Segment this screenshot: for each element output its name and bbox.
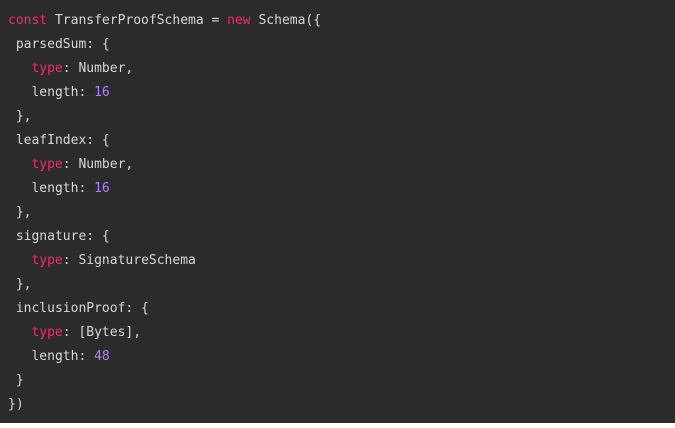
type-keyword-token: type <box>31 253 63 268</box>
code-text-token: : SignatureSchema <box>62 253 196 268</box>
code-text-token: }) <box>8 397 24 412</box>
property-token: parsedSum: { <box>8 37 110 52</box>
code-text-token: }, <box>8 205 32 220</box>
property-token: inclusionProof: { <box>8 301 149 316</box>
code-line: type: [Bytes], <box>8 321 675 345</box>
number-token: 48 <box>94 349 110 364</box>
code-line: }, <box>8 201 675 225</box>
code-line: leafIndex: { <box>8 129 675 153</box>
property-token: signature: { <box>8 229 110 244</box>
code-line: type: Number, <box>8 153 675 177</box>
code-text-token: length: <box>8 85 95 100</box>
code-line: }) <box>8 393 675 417</box>
code-line: const TransferProofSchema = new Schema({ <box>8 9 675 33</box>
keyword-token: new <box>227 13 251 28</box>
type-keyword-token: type <box>31 325 63 340</box>
code-text-token: }, <box>8 109 32 124</box>
code-line: inclusionProof: { <box>8 297 675 321</box>
code-line: signature: { <box>8 225 675 249</box>
code-text-token: : Number, <box>62 157 134 172</box>
code-text-token: }, <box>8 277 32 292</box>
code-line: length: 48 <box>8 345 675 369</box>
code-text-token: length: <box>8 349 95 364</box>
type-keyword-token: type <box>31 157 63 172</box>
code-text-token: : [Bytes], <box>62 325 142 340</box>
code-line: } <box>8 369 675 393</box>
keyword-token: const <box>8 13 48 28</box>
code-line: type: Number, <box>8 57 675 81</box>
code-lines: const TransferProofSchema = new Schema({… <box>8 9 675 417</box>
code-text-token: : Number, <box>62 61 134 76</box>
code-text-token: } <box>8 373 24 388</box>
code-line: type: SignatureSchema <box>8 249 675 273</box>
code-line: length: 16 <box>8 177 675 201</box>
code-text-token: Schema({ <box>250 13 322 28</box>
code-line: }, <box>8 273 675 297</box>
number-token: 16 <box>94 85 110 100</box>
code-block: const TransferProofSchema = new Schema({… <box>0 0 675 423</box>
type-keyword-token: type <box>31 61 63 76</box>
code-text-token: length: <box>8 181 95 196</box>
code-line: length: 16 <box>8 81 675 105</box>
property-token: leafIndex: { <box>8 133 110 148</box>
code-line: parsedSum: { <box>8 33 675 57</box>
number-token: 16 <box>94 181 110 196</box>
code-line: }, <box>8 105 675 129</box>
code-text-token: TransferProofSchema = <box>47 13 228 28</box>
